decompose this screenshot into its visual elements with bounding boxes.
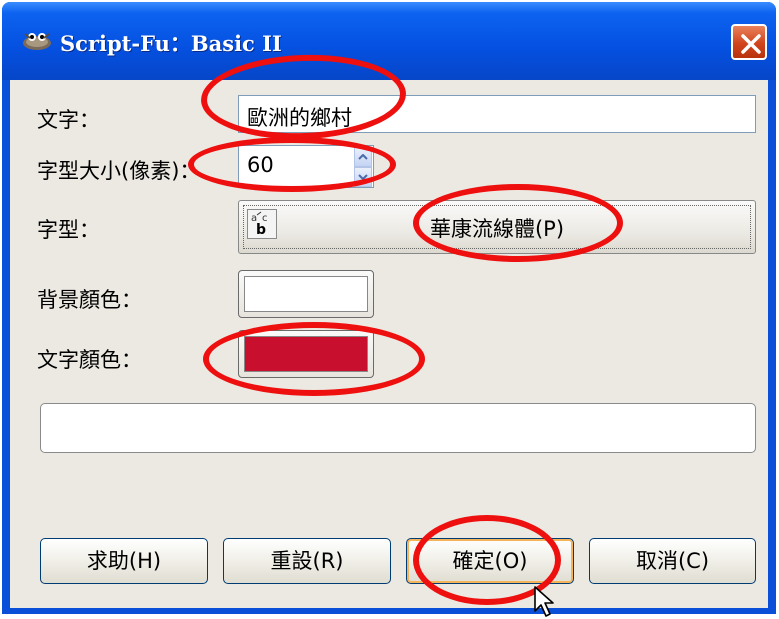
gimp-wilber-icon xyxy=(23,33,51,50)
cancel-button[interactable]: 取消(C) xyxy=(589,538,756,584)
size-label: 字型大小(像素)： xyxy=(37,159,201,183)
ok-button[interactable]: 確定(O) xyxy=(406,538,574,584)
size-spinbox[interactable]: 60 xyxy=(238,145,374,188)
font-select-button[interactable]: a c b 華康流線體(P) xyxy=(238,200,756,254)
text-color-swatch xyxy=(244,336,368,372)
font-name: 華康流線體(P) xyxy=(429,217,565,241)
spin-arrows xyxy=(354,147,372,187)
help-button[interactable]: 求助(H) xyxy=(40,538,208,584)
text-color-button[interactable] xyxy=(238,330,374,378)
mouse-cursor-icon xyxy=(534,586,554,617)
chevron-down-icon xyxy=(358,174,368,180)
size-value: 60 xyxy=(247,153,274,177)
text-color-label: 文字顏色： xyxy=(37,348,142,372)
font-label: 字型： xyxy=(37,218,100,242)
close-x-icon xyxy=(741,34,761,54)
progress-bar xyxy=(40,403,756,453)
bg-color-label: 背景顏色： xyxy=(37,288,142,312)
reset-button[interactable]: 重設(R) xyxy=(223,538,391,584)
title-bar[interactable]: Script-Fu：Basic II xyxy=(2,2,776,80)
chevron-up-icon xyxy=(358,154,368,160)
close-button[interactable] xyxy=(731,24,767,60)
window-title: Script-Fu：Basic II xyxy=(60,31,282,56)
text-input[interactable]: 歐洲的鄉村 xyxy=(238,95,756,133)
bg-color-swatch xyxy=(244,276,368,312)
spin-down-button[interactable] xyxy=(354,167,372,187)
bg-color-button[interactable] xyxy=(238,270,374,318)
text-label: 文字： xyxy=(37,108,100,132)
dialog-body: 文字： 歐洲的鄉村 字型大小(像素)： 60 字型： a c b 華康流線體(P… xyxy=(10,80,768,608)
spin-up-button[interactable] xyxy=(354,147,372,167)
dialog-window: Script-Fu：Basic II 文字： 歐洲的鄉村 字型大小(像素)： 6… xyxy=(2,2,776,614)
